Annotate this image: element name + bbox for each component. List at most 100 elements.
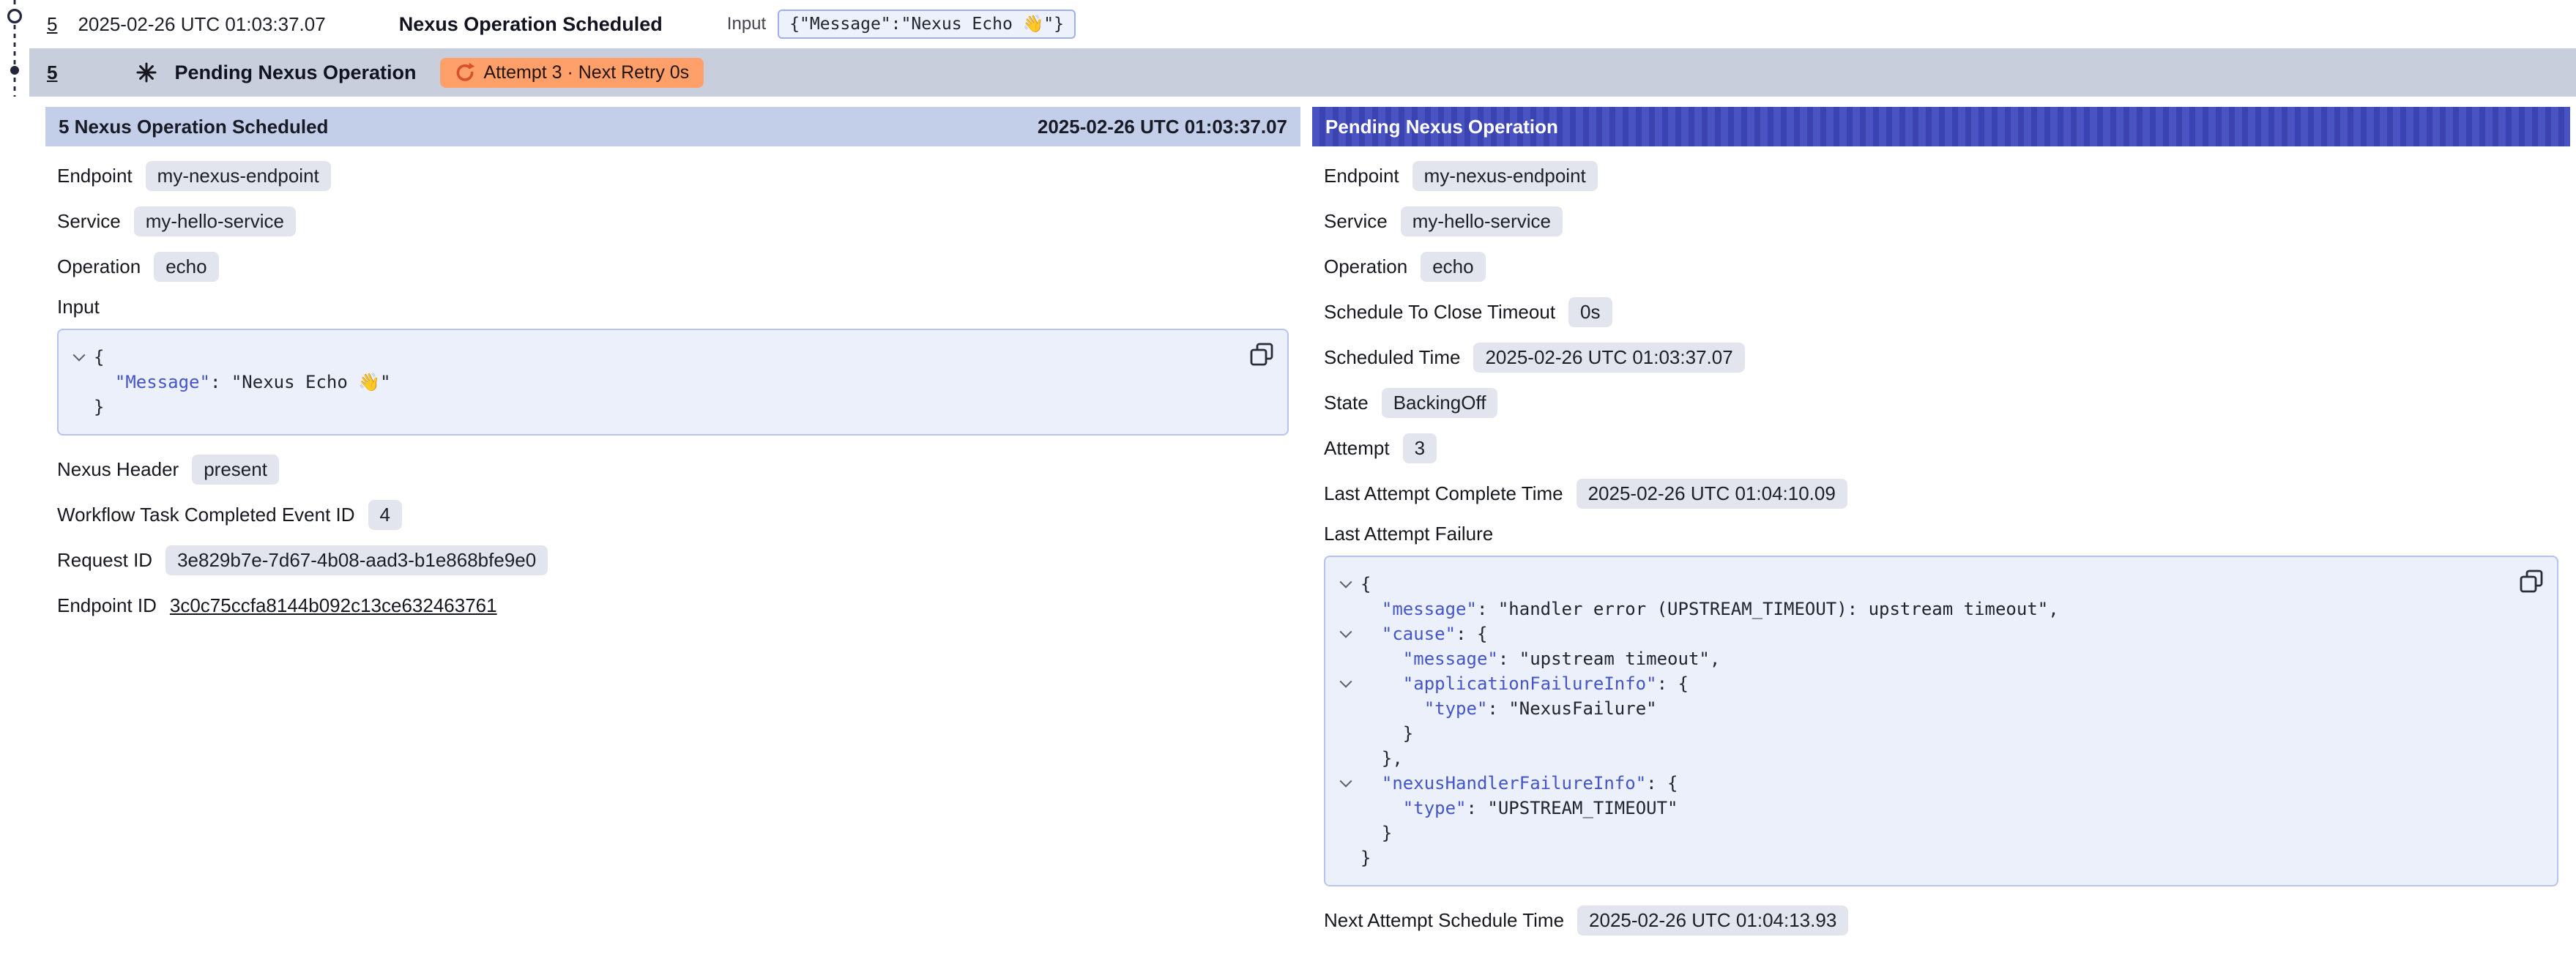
copy-icon[interactable] xyxy=(2519,569,2544,594)
field-label: State xyxy=(1324,392,1369,414)
field-label: Workflow Task Completed Event ID xyxy=(57,504,355,526)
detail-row-endpoint-id: Endpoint ID 3c0c75ccfa8144b092c13ce632463… xyxy=(57,589,1289,621)
retry-badge: Attempt 3 · Next Retry 0s xyxy=(440,58,704,88)
code-line: "message": "upstream timeout", xyxy=(1331,646,2498,671)
event-fields-bottom: Nexus Header present Workflow Task Complet… xyxy=(57,453,1289,621)
field-label: Service xyxy=(57,210,121,233)
event-detail-panel: 5 Nexus Operation Scheduled 2025-02-26 U… xyxy=(45,107,1300,635)
field-label: Request ID xyxy=(57,549,152,572)
field-label: Endpoint xyxy=(1324,165,1399,187)
event-panel-header: 5 Nexus Operation Scheduled 2025-02-26 U… xyxy=(45,107,1300,146)
input-section-label: Input xyxy=(57,296,1289,318)
field-value-badge: 2025-02-26 UTC 01:04:13.93 xyxy=(1577,905,1848,936)
pending-title: Pending Nexus Operation xyxy=(174,61,416,84)
detail-row-workflow-task-completed-event-id: Workflow Task Completed Event ID 4 xyxy=(57,498,1289,531)
collapse-chevron-icon[interactable] xyxy=(64,345,94,370)
chevron-spacer xyxy=(1331,597,1360,621)
detail-row-service: Service my-hello-service xyxy=(57,205,1289,237)
field-value-badge: 0s xyxy=(1568,297,1612,327)
event-row-scheduled[interactable]: 5 2025-02-26 UTC 01:03:37.07 Nexus Opera… xyxy=(0,0,2576,48)
event-timeline-header: 5 2025-02-26 UTC 01:03:37.07 Nexus Opera… xyxy=(0,0,2576,97)
field-label: Service xyxy=(1324,210,1388,233)
field-value-badge: echo xyxy=(1421,252,1485,282)
field-label: Scheduled Time xyxy=(1324,346,1460,369)
endpoint-id-link[interactable]: 3c0c75ccfa8144b092c13ce632463761 xyxy=(170,594,497,617)
copy-icon[interactable] xyxy=(1249,342,1274,367)
detail-row-request-id: Request ID 3e829b7e-7d67-4b08-aad3-b1e868… xyxy=(57,544,1289,576)
failure-code-lines: { "message": "handler error (UPSTREAM_TI… xyxy=(1331,572,2498,870)
detail-row-last-attempt-complete-time: Last Attempt Complete Time 2025-02-26 UTC… xyxy=(1324,477,2558,509)
retry-badge-label: Attempt 3 · Next Retry 0s xyxy=(484,62,690,83)
input-code-lines: { "Message": "Nexus Echo 👋"} xyxy=(64,345,1229,419)
code-line: "message": "handler error (UPSTREAM_TIME… xyxy=(1331,597,2498,621)
code-line: } xyxy=(1331,845,2498,870)
pending-asterisk-icon xyxy=(136,62,157,83)
chevron-spacer xyxy=(1331,721,1360,746)
code-line: "nexusHandlerFailureInfo": { xyxy=(1331,771,2498,796)
detail-row-service: Servicemy-hello-service xyxy=(1324,205,2558,237)
field-label: Next Attempt Schedule Time xyxy=(1324,909,1564,932)
field-value-badge: my-hello-service xyxy=(134,206,296,236)
collapse-chevron-icon[interactable] xyxy=(1331,621,1360,646)
pending-panel-header: Pending Nexus Operation xyxy=(1312,107,2570,146)
pending-operation-panel: Pending Nexus Operation Endpointmy-nexus… xyxy=(1312,107,2570,949)
failure-code-block: { "message": "handler error (UPSTREAM_TI… xyxy=(1324,556,2558,886)
detail-row-operation: Operationecho xyxy=(57,250,1289,283)
chevron-spacer xyxy=(1331,746,1360,771)
detail-row-scheduled-time: Scheduled Time 2025-02-26 UTC 01:03:37.07 xyxy=(1324,341,2558,373)
code-line: { xyxy=(1331,572,2498,597)
timeline-track-icon xyxy=(0,0,32,97)
code-line: "cause": { xyxy=(1331,621,2498,646)
event-id-link[interactable]: 5 xyxy=(47,13,57,36)
field-value-badge: my-nexus-endpoint xyxy=(146,161,331,191)
detail-row-next-attempt-schedule-time: Next Attempt Schedule Time 2025-02-26 UTC… xyxy=(1324,904,2558,936)
code-line: "type": "UPSTREAM_TIMEOUT" xyxy=(1331,796,2498,821)
detail-row-endpoint: Endpointmy-nexus-endpoint xyxy=(1324,160,2558,192)
input-value-chip: {"Message":"Nexus Echo 👋"} xyxy=(778,10,1076,39)
collapse-chevron-icon[interactable] xyxy=(1331,572,1360,597)
chevron-spacer xyxy=(1331,845,1360,870)
code-line: }, xyxy=(1331,746,2498,771)
chevron-spacer xyxy=(1331,796,1360,821)
field-value-badge: echo xyxy=(154,252,218,282)
field-label: Endpoint ID xyxy=(57,594,157,617)
field-value-badge: present xyxy=(192,455,279,485)
event-timestamp: 2025-02-26 UTC 01:03:37.07 xyxy=(78,13,325,36)
field-value-badge: 2025-02-26 UTC 01:04:10.09 xyxy=(1577,479,1847,509)
detail-row-operation: Operationecho xyxy=(1324,250,2558,283)
event-row-pending[interactable]: 5 Pending Nexus Operation Attempt xyxy=(29,48,2576,97)
retry-icon xyxy=(455,62,475,83)
field-value-badge: 4 xyxy=(368,500,402,530)
field-value-badge: 2025-02-26 UTC 01:03:37.07 xyxy=(1473,343,1744,373)
input-label: Input xyxy=(727,14,766,34)
chevron-spacer xyxy=(1331,646,1360,671)
field-value-badge: 3 xyxy=(1403,433,1437,463)
event-panel-title: 5 Nexus Operation Scheduled xyxy=(59,116,328,138)
code-line: "Message": "Nexus Echo 👋" xyxy=(64,370,1229,395)
pending-fields: Endpointmy-nexus-endpoint Servicemy-hello… xyxy=(1324,160,2558,509)
field-label: Nexus Header xyxy=(57,458,179,481)
input-code-block: { "Message": "Nexus Echo 👋"} xyxy=(57,329,1289,436)
detail-row-endpoint: Endpointmy-nexus-endpoint xyxy=(57,160,1289,192)
code-line: "applicationFailureInfo": { xyxy=(1331,671,2498,696)
code-line: "type": "NexusFailure" xyxy=(1331,696,2498,721)
event-title: Nexus Operation Scheduled xyxy=(399,13,663,36)
pending-id-link[interactable]: 5 xyxy=(47,61,57,84)
event-detail-area: 5 Nexus Operation Scheduled 2025-02-26 U… xyxy=(0,107,2576,949)
field-value-badge: BackingOff xyxy=(1382,388,1498,418)
detail-row-attempt: Attempt 3 xyxy=(1324,432,2558,464)
workflow-history-view: 5 2025-02-26 UTC 01:03:37.07 Nexus Opera… xyxy=(0,0,2576,956)
field-label: Attempt xyxy=(1324,437,1390,460)
detail-row-state: State BackingOff xyxy=(1324,386,2558,419)
event-fields-top: Endpointmy-nexus-endpoint Service my-hello… xyxy=(57,160,1289,283)
pending-footer-field: Next Attempt Schedule Time 2025-02-26 UTC… xyxy=(1324,904,2558,936)
chevron-spacer xyxy=(1331,821,1360,845)
code-line: { xyxy=(64,345,1229,370)
field-label: Last Attempt Complete Time xyxy=(1324,482,1563,505)
chevron-spacer xyxy=(1331,696,1360,721)
collapse-chevron-icon[interactable] xyxy=(1331,671,1360,696)
collapse-chevron-icon[interactable] xyxy=(1331,771,1360,796)
code-line: } xyxy=(64,395,1229,419)
timeline-node-icon xyxy=(9,10,21,23)
field-value-badge: 3e829b7e-7d67-4b08-aad3-b1e868bfe9e0 xyxy=(165,545,548,575)
